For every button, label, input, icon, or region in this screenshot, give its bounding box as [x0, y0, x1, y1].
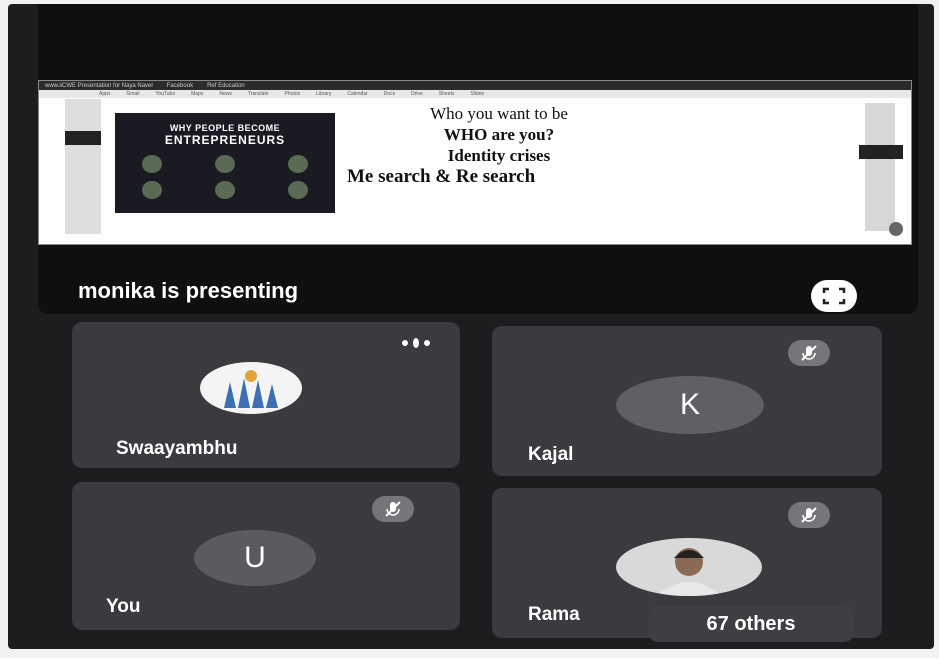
- participant-tile-you[interactable]: U You: [72, 482, 460, 630]
- poster-icons: [115, 181, 335, 199]
- others-count-button[interactable]: 67 others: [648, 606, 854, 642]
- poster-title-1: WHY PEOPLE BECOME: [169, 123, 281, 133]
- participant-tile-kajal[interactable]: K Kajal: [492, 326, 882, 476]
- browser-tab: Facebook: [166, 82, 194, 89]
- fullscreen-button[interactable]: [811, 280, 857, 312]
- meeting-window: www.iiCWE Presentation for Naya Navel Fa…: [8, 4, 934, 649]
- bookmark: Drive: [411, 91, 423, 97]
- slide-line: Me search & Re search: [347, 166, 536, 187]
- bookmark: Slides: [470, 91, 484, 97]
- browser-tab-bar: www.iiCWE Presentation for Naya Navel Fa…: [39, 81, 911, 90]
- avatar-initial: U: [244, 541, 266, 574]
- bookmark: Gmail: [126, 91, 140, 97]
- bookmark: Photos: [284, 91, 301, 97]
- bookmark: YouTube: [155, 91, 176, 97]
- avatar: [200, 362, 302, 414]
- audio-level-icon: [402, 338, 430, 348]
- avatar: [616, 538, 762, 596]
- fullscreen-icon: [822, 287, 846, 305]
- bookmark: Maps: [191, 91, 204, 97]
- bookmarks-bar: Apps Gmail YouTube Maps News Translate P…: [39, 90, 911, 98]
- bookmark: Apps: [99, 91, 111, 97]
- participant-name: Swaayambhu: [116, 438, 238, 459]
- slide-line: Identity crises: [447, 146, 551, 165]
- bookmark: Translate: [247, 91, 269, 97]
- slide-panel-left: [65, 99, 101, 234]
- browser-tab: Ref Education: [207, 82, 245, 89]
- entrepreneurs-poster: WHY PEOPLE BECOME ENTREPRENEURS: [115, 113, 335, 213]
- participant-name: Kajal: [528, 444, 574, 465]
- participant-name: You: [106, 596, 141, 617]
- participant-name: Rama: [528, 604, 580, 625]
- shared-screen: www.iiCWE Presentation for Naya Navel Fa…: [38, 80, 912, 245]
- slide-line: Who you want to be: [430, 104, 568, 123]
- browser-tab: www.iiCWE Presentation for Naya Navel: [45, 82, 153, 89]
- scroll-indicator-icon: [889, 222, 903, 236]
- mic-off-icon: [372, 496, 414, 522]
- avatar: U: [194, 530, 316, 586]
- bookmark: Library: [316, 91, 332, 97]
- bookmark: Sheets: [438, 91, 455, 97]
- poster-title-2: ENTREPRENEURS: [164, 133, 286, 147]
- bookmark: Docs: [383, 91, 396, 97]
- poster-icons: [115, 155, 335, 173]
- bookmark: Calendar: [347, 91, 368, 97]
- presenter-label: monika is presenting: [78, 278, 299, 303]
- bookmark: News: [219, 91, 232, 97]
- slide-panel-right: [859, 103, 903, 231]
- participant-tile-swaayambhu[interactable]: Swaayambhu: [72, 322, 460, 468]
- slide-line: WHO are you?: [443, 125, 555, 144]
- mic-off-icon: [788, 340, 830, 366]
- mic-off-icon: [788, 502, 830, 528]
- avatar-initial: K: [679, 388, 700, 421]
- slide-text: Who you want to be WHO are you? Identity…: [339, 103, 659, 187]
- avatar: K: [616, 376, 764, 434]
